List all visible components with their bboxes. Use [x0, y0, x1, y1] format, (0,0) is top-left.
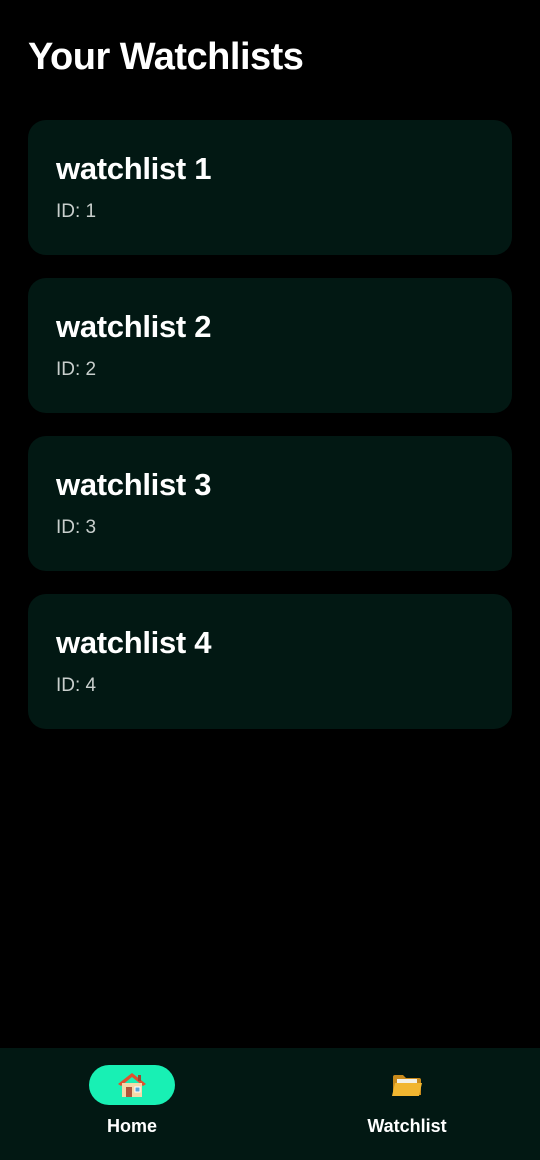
- watchlist-id: ID: 2: [56, 359, 97, 380]
- watchlist-id: ID: 3: [56, 517, 97, 538]
- nav-label-home: Home: [106, 1116, 157, 1136]
- watchlist-name: watchlist 1: [56, 151, 212, 186]
- page-title: Your Watchlists: [28, 36, 304, 78]
- folder-icon: [391, 1071, 423, 1099]
- watchlist-id: ID: 4: [56, 675, 97, 696]
- watchlist-list: watchlist 1 ID: 1 watchlist 2 ID: 2 watc…: [28, 120, 512, 752]
- nav-home-indicator: [89, 1065, 175, 1105]
- nav-label-watchlist: Watchlist: [367, 1116, 447, 1136]
- watchlist-name: watchlist 4: [56, 625, 212, 660]
- nav-item-home[interactable]: Home: [0, 1048, 270, 1160]
- watchlist-card[interactable]: watchlist 1 ID: 1: [28, 120, 512, 255]
- watchlist-id: ID: 1: [56, 201, 97, 222]
- watchlist-card[interactable]: watchlist 4 ID: 4: [28, 594, 512, 729]
- house-icon: [117, 1071, 147, 1099]
- watchlist-name: watchlist 2: [56, 309, 212, 344]
- bottom-navigation: Home Watchlist: [0, 1048, 540, 1160]
- watchlist-card[interactable]: watchlist 2 ID: 2: [28, 278, 512, 413]
- nav-watchlist-indicator: [364, 1065, 450, 1105]
- nav-item-watchlist[interactable]: Watchlist: [270, 1048, 540, 1160]
- watchlist-name: watchlist 3: [56, 467, 212, 502]
- watchlist-card[interactable]: watchlist 3 ID: 3: [28, 436, 512, 571]
